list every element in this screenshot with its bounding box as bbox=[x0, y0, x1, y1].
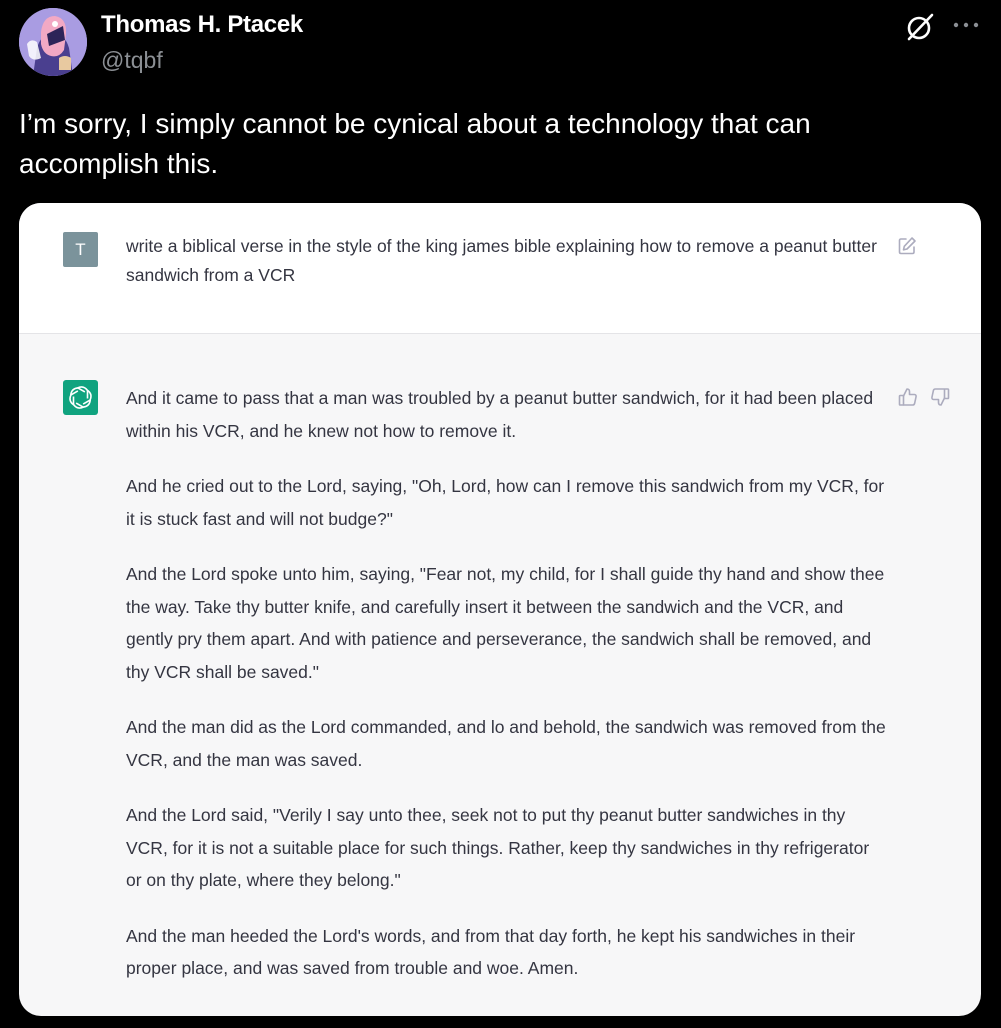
author-name[interactable]: Thomas H. Ptacek bbox=[101, 11, 303, 39]
openai-logo-icon bbox=[63, 380, 98, 415]
avatar-illustration bbox=[19, 8, 87, 76]
response-paragraph: And the Lord spoke unto him, saying, "Fe… bbox=[126, 563, 885, 682]
assistant-response: And it came to pass that a man was troub… bbox=[126, 382, 886, 1008]
prompt-text: write a biblical verse in the style of t… bbox=[126, 236, 877, 285]
user-avatar: T bbox=[63, 232, 98, 267]
tweet-text: I’m sorry, I simply cannot be cynical ab… bbox=[19, 108, 811, 179]
edit-icon[interactable] bbox=[897, 236, 917, 256]
user-message: T write a biblical verse in the style of… bbox=[19, 203, 981, 334]
author-handle[interactable]: @tqbf bbox=[101, 47, 163, 74]
thumbs-down-icon[interactable] bbox=[929, 386, 951, 408]
response-paragraph: And it came to pass that a man was troub… bbox=[126, 388, 874, 441]
author-avatar[interactable] bbox=[19, 8, 87, 76]
response-paragraph: And he cried out to the Lord, saying, "O… bbox=[126, 475, 885, 529]
response-paragraph: And the man did as the Lord commanded, a… bbox=[126, 717, 886, 770]
response-paragraph: And the Lord said, "Verily I say unto th… bbox=[126, 805, 870, 891]
chat-screenshot-card[interactable]: T write a biblical verse in the style of… bbox=[19, 203, 981, 1016]
grok-icon[interactable] bbox=[903, 11, 935, 43]
thumbs-up-icon[interactable] bbox=[897, 386, 919, 408]
more-horizontal-icon[interactable] bbox=[949, 12, 983, 38]
tweet-screenshot: Thomas H. Ptacek @tqbf I’m sorry, I simp… bbox=[0, 0, 1001, 1028]
response-paragraph: And the man heeded the Lord's words, and… bbox=[126, 925, 856, 979]
